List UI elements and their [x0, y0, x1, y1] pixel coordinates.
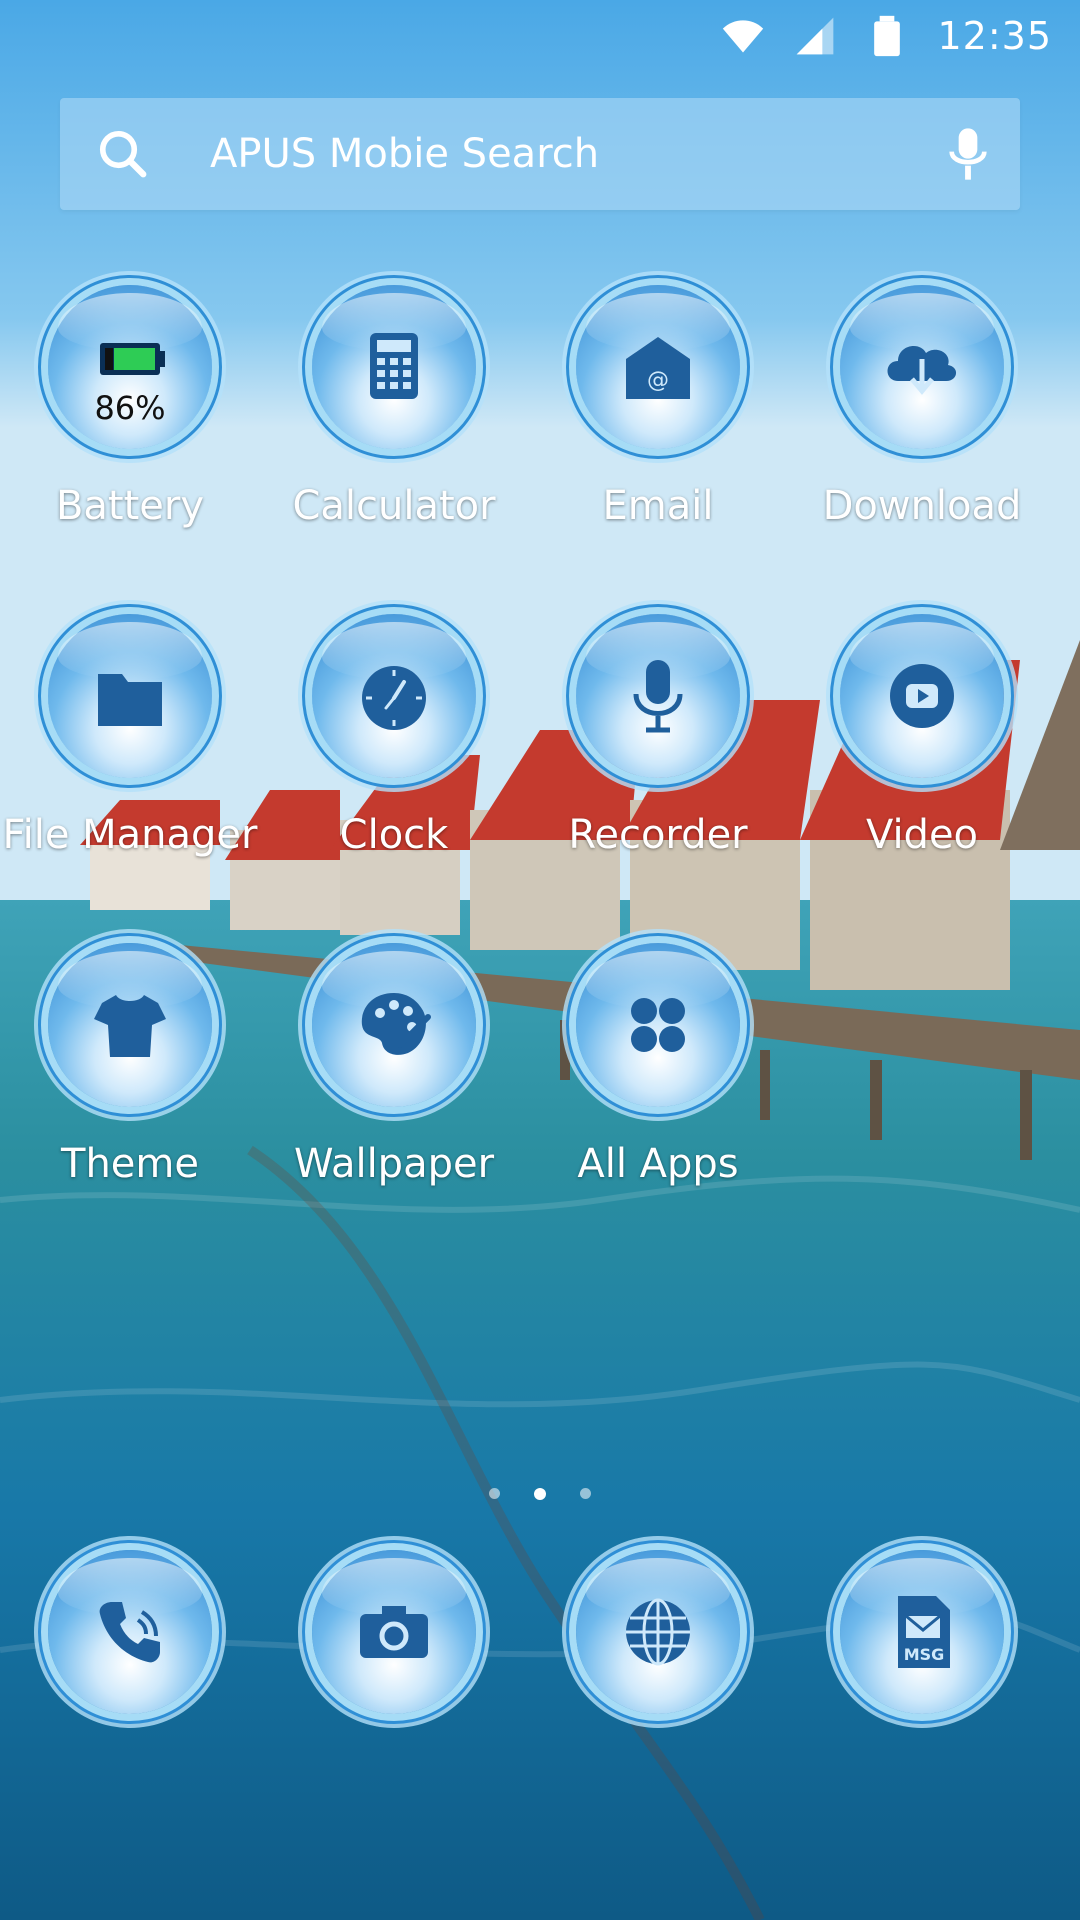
app-icon-bubble[interactable]: [576, 943, 740, 1107]
app-label: All Apps: [577, 1141, 739, 1187]
email-icon: @: [626, 337, 690, 399]
search-input[interactable]: APUS Mobie Search: [210, 131, 946, 177]
svg-text:@: @: [647, 368, 669, 393]
message-icon: MSG: [898, 1596, 950, 1668]
search-icon: [99, 130, 147, 178]
app-icon-bubble[interactable]: [48, 943, 212, 1107]
dock-camera[interactable]: [262, 1550, 526, 1714]
app-label: Calculator: [292, 483, 496, 529]
wifi-icon: [723, 20, 764, 53]
app-theme[interactable]: Theme: [0, 943, 262, 1187]
dock-icon-bubble[interactable]: [48, 1550, 212, 1714]
app-wallpaper[interactable]: Wallpaper: [262, 943, 526, 1187]
app-download[interactable]: Download: [790, 285, 1054, 529]
cloud-download-icon: [887, 346, 957, 395]
dock-browser[interactable]: [526, 1550, 790, 1714]
dock-messages[interactable]: MSG: [790, 1550, 1054, 1714]
clock-icon: [362, 666, 426, 730]
folder-icon: [98, 674, 162, 726]
app-label: File Manager: [2, 812, 258, 858]
app-icon-bubble[interactable]: 86%: [48, 285, 212, 449]
page-indicator: [0, 1488, 1080, 1500]
app-label: Recorder: [568, 812, 748, 858]
app-icon-bubble[interactable]: [48, 614, 212, 778]
app-calculator[interactable]: Calculator: [262, 285, 526, 529]
app-video[interactable]: Video: [790, 614, 1054, 858]
grid-icon: [631, 998, 685, 1052]
app-icon-bubble[interactable]: [576, 614, 740, 778]
palette-icon: [361, 993, 431, 1055]
signal-icon: [797, 17, 834, 55]
camera-icon: [360, 1606, 428, 1658]
page-dot[interactable]: [580, 1488, 591, 1499]
app-icon-bubble[interactable]: [312, 285, 476, 449]
app-icon-bubble[interactable]: [840, 285, 1004, 449]
app-icon-bubble[interactable]: [312, 614, 476, 778]
app-icon-bubble[interactable]: [312, 943, 476, 1107]
app-clock[interactable]: Clock: [262, 614, 526, 858]
status-bar: 12:35: [0, 0, 1080, 72]
calculator-icon: [370, 333, 418, 399]
globe-icon: [626, 1598, 690, 1666]
app-label: Video: [865, 812, 979, 858]
play-icon: [890, 664, 954, 728]
app-label: Download: [822, 483, 1022, 529]
mic-icon[interactable]: [946, 126, 990, 182]
dock-phone[interactable]: [0, 1550, 262, 1714]
dock-icon-bubble[interactable]: [576, 1550, 740, 1714]
app-file-manager[interactable]: File Manager: [0, 614, 262, 858]
dock-icon-bubble[interactable]: [312, 1550, 476, 1714]
app-all-apps[interactable]: All Apps: [526, 943, 790, 1187]
app-battery[interactable]: 86% Battery: [0, 285, 262, 529]
app-recorder[interactable]: Recorder: [526, 614, 790, 858]
battery-icon: [874, 15, 901, 57]
app-icon-bubble[interactable]: [840, 614, 1004, 778]
app-label: Battery: [55, 483, 205, 529]
app-email[interactable]: @ Email: [526, 285, 790, 529]
app-label: Theme: [61, 1141, 199, 1187]
battery-percent: 86%: [94, 389, 166, 427]
tshirt-icon: [94, 995, 166, 1057]
app-icon-bubble[interactable]: @: [576, 285, 740, 449]
status-time: 12:35: [937, 14, 1052, 58]
dock-icon-bubble[interactable]: MSG: [840, 1550, 1004, 1714]
page-dot-active[interactable]: [534, 1488, 546, 1500]
phone-icon: [99, 1602, 160, 1663]
search-bar[interactable]: APUS Mobie Search: [60, 98, 1020, 210]
microphone-icon: [633, 660, 683, 733]
app-label: Clock: [339, 812, 449, 858]
app-label: Wallpaper: [293, 1141, 495, 1187]
msg-badge-text: MSG: [904, 1645, 945, 1664]
page-dot[interactable]: [489, 1488, 500, 1499]
app-label: Email: [602, 483, 714, 529]
